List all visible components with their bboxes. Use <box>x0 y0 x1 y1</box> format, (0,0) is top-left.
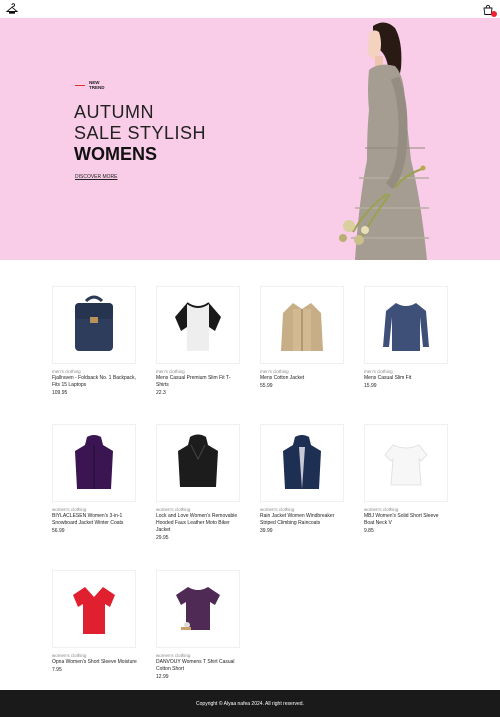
product-category: women's clothing <box>156 507 191 512</box>
red-vneck-icon <box>73 587 115 634</box>
cart-button[interactable] <box>482 3 497 17</box>
longsleeve-shirt-icon <box>383 303 429 351</box>
product-category: women's clothing <box>52 653 87 658</box>
copyright-text: Copyright © Alyaa nafea 2024. All right … <box>196 700 304 707</box>
product-image[interactable] <box>156 424 240 502</box>
top-navbar <box>0 0 500 18</box>
product-price: 7.95 <box>52 667 62 673</box>
product-title[interactable]: Mens Casual Slim Fit <box>364 375 450 382</box>
white-top-icon <box>384 444 428 486</box>
raglan-tshirt-icon <box>175 302 221 351</box>
product-category: women's clothing <box>364 507 399 512</box>
product-price: 55.99 <box>260 383 273 389</box>
product-image[interactable] <box>52 570 136 648</box>
purple-jacket-icon <box>75 435 113 489</box>
product-title[interactable]: Opna Women's Short Sleeve Moisture <box>52 659 138 666</box>
site-footer: Copyright © Alyaa nafea 2024. All right … <box>0 690 500 717</box>
product-image[interactable] <box>52 286 136 364</box>
product-title[interactable]: Mens Casual Premium Slim Fit T-Shirts <box>156 375 242 389</box>
accent-line <box>75 84 85 86</box>
cotton-jacket-icon <box>281 303 323 351</box>
product-image[interactable] <box>260 286 344 364</box>
hero-banner: NEW TREND AUTUMN SALE STYLISH WOMENS DIS… <box>0 18 500 260</box>
backpack-icon <box>75 295 113 351</box>
product-category: women's clothing <box>260 507 295 512</box>
purple-tshirt-icon <box>176 587 220 630</box>
product-card[interactable]: women's clothing Rain Jacket Women Windb… <box>260 424 346 534</box>
model-woman-image <box>339 22 429 260</box>
product-price: 15.99 <box>364 383 377 389</box>
product-card[interactable]: women's clothing MBJ Women's Solid Short… <box>364 424 450 534</box>
product-card[interactable]: women's clothing DANVOUY Womens T Shirt … <box>156 570 242 680</box>
product-image[interactable] <box>364 424 448 502</box>
product-card[interactable]: men's clothing Mens Casual Slim Fit 15.9… <box>364 286 450 389</box>
product-title[interactable]: Lock and Love Women's Removable Hooded F… <box>156 513 242 534</box>
product-image[interactable] <box>52 424 136 502</box>
hero-heading-line-1: AUTUMN <box>74 102 154 122</box>
product-title[interactable]: DANVOUY Womens T Shirt Casual Cotton Sho… <box>156 659 242 673</box>
product-title[interactable]: Fjallraven - Foldsack No. 1 Backpack, Fi… <box>52 375 138 389</box>
product-title[interactable]: BIYLACLESEN Women's 3-in-1 Snowboard Jac… <box>52 513 138 527</box>
product-price: 29.95 <box>156 535 169 541</box>
product-image[interactable] <box>260 424 344 502</box>
product-title[interactable]: MBJ Women's Solid Short Sleeve Boat Neck… <box>364 513 450 527</box>
product-price: 22.3 <box>156 390 166 396</box>
leather-jacket-icon <box>178 434 218 487</box>
product-card[interactable]: men's clothing Mens Cotton Jacket 55.99 <box>260 286 346 389</box>
product-price: 12.99 <box>156 674 169 680</box>
product-card[interactable]: men's clothing Fjallraven - Foldsack No.… <box>52 286 138 396</box>
trend-label: NEW TREND <box>89 80 105 90</box>
cart-count-badge <box>491 11 497 17</box>
product-card[interactable]: women's clothing BIYLACLESEN Women's 3-i… <box>52 424 138 534</box>
product-price: 109.95 <box>52 390 68 396</box>
rain-jacket-icon <box>283 435 321 489</box>
discover-more-link[interactable]: DISCOVER MORE <box>75 174 118 180</box>
product-category: men's clothing <box>364 369 393 374</box>
product-category: men's clothing <box>52 369 81 374</box>
product-image[interactable] <box>156 286 240 364</box>
product-price: 56.99 <box>52 528 65 534</box>
product-price: 39.99 <box>260 528 273 534</box>
new-trend-tag: NEW TREND <box>75 80 109 90</box>
product-category: women's clothing <box>156 653 191 658</box>
product-category: men's clothing <box>156 369 185 374</box>
hanger-logo-icon[interactable] <box>6 3 18 15</box>
hero-heading-line-2: SALE STYLISH <box>74 123 207 143</box>
product-title[interactable]: Rain Jacket Women Windbreaker Striped Cl… <box>260 513 346 527</box>
product-card[interactable]: women's clothing Lock and Love Women's R… <box>156 424 242 541</box>
product-card[interactable]: women's clothing Opna Women's Short Slee… <box>52 570 138 673</box>
product-title[interactable]: Mens Cotton Jacket <box>260 375 346 382</box>
product-image[interactable] <box>156 570 240 648</box>
product-price: 9.85 <box>364 528 374 534</box>
product-card[interactable]: men's clothing Mens Casual Premium Slim … <box>156 286 242 396</box>
product-category: women's clothing <box>52 507 87 512</box>
product-category: men's clothing <box>260 369 289 374</box>
product-image[interactable] <box>364 286 448 364</box>
hero-heading-line-3: WOMENS <box>74 144 157 164</box>
